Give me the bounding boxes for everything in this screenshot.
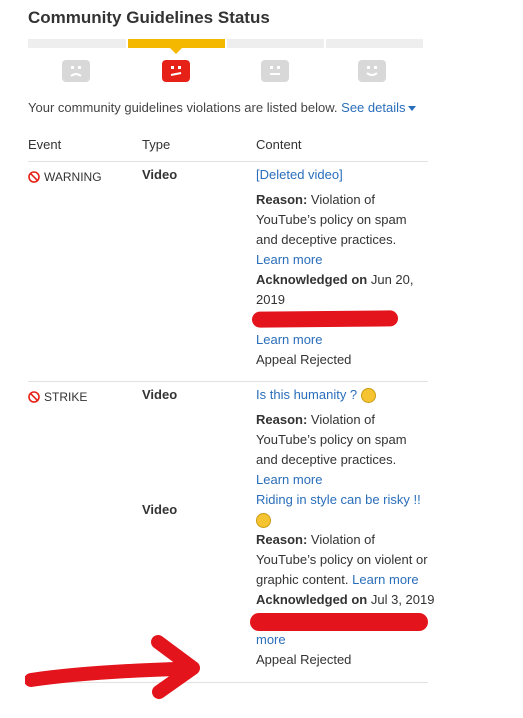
reason-line-3: graphic content. Learn more [256,572,419,587]
column-header-type: Type [142,137,171,152]
column-header-content: Content [256,137,302,152]
type-label: Video [142,502,178,517]
reason-line-1: Reason: Violation of [256,412,376,427]
event-label: STRIKE [44,390,88,404]
red-arrow-annotation-icon [25,635,200,699]
emoji-line [256,510,436,530]
caret-down-icon [408,106,417,112]
appeal-status: Appeal Rejected [256,352,352,367]
reason-line-3: and deceptive practices. [256,452,397,467]
laughing-face-emoji-icon [256,513,271,529]
video-link[interactable]: Riding in style can be risky !! [256,490,436,510]
learn-more-link-2[interactable]: Learn more [256,330,431,350]
reason-line-2: YouTube’s policy on spam [256,432,407,447]
red-scribble-annotation [250,613,428,631]
status-bar-segment-1 [28,39,126,48]
more-link[interactable]: more [256,630,436,650]
reason-line-1: Reason: Violation of [256,532,376,547]
video-title-line: Is this humanity ? [256,385,436,405]
type-label: Video [142,167,178,182]
reason-line-2: YouTube’s policy on violent or [256,552,428,567]
happy-face-icon [358,60,386,82]
divider [28,381,428,382]
disappointed-face-emoji-icon [360,388,376,404]
event-strike: STRIKE [28,387,87,407]
no-entry-icon [28,171,40,183]
status-pointer-icon [169,47,183,54]
see-details-link[interactable]: See details [341,100,417,115]
no-entry-icon [28,391,40,403]
event-warning: WARNING [28,167,102,187]
neutral-face-icon [261,60,289,82]
summary-text: Your community guidelines violations are… [28,100,338,115]
content-cell-warning: [Deleted video] Reason: Violation of You… [256,165,431,370]
type-label: Video [142,387,178,402]
reason-line-3: and deceptive practices. [256,232,397,247]
red-scribble-annotation [251,310,399,328]
page-title: Community Guidelines Status [28,8,270,27]
warning-face-icon [162,60,190,82]
status-bar-segment-3 [227,39,324,48]
divider [28,161,428,162]
acknowledged-line: Acknowledged on Jul 3, 2019 [256,592,435,607]
acknowledged-line: Acknowledged on Jun 20, [256,272,414,287]
column-header-event: Event [28,137,62,152]
appeal-status: Appeal Rejected [256,652,352,667]
learn-more-link[interactable]: Learn more [352,572,418,587]
violations-summary: Your community guidelines violations are… [28,100,417,115]
acknowledged-date-year: 2019 [256,292,285,307]
status-bar-segment-4 [326,39,423,48]
event-label: WARNING [44,170,102,184]
video-link[interactable]: Is this humanity ? [256,387,357,402]
sad-face-icon [62,60,90,82]
reason-line-1: Reason: Violation of [256,192,376,207]
learn-more-link[interactable]: Learn more [256,470,436,490]
learn-more-link[interactable]: Learn more [256,250,431,270]
video-link[interactable]: [Deleted video] [256,165,431,185]
reason-line-2: YouTube’s policy on spam [256,212,407,227]
